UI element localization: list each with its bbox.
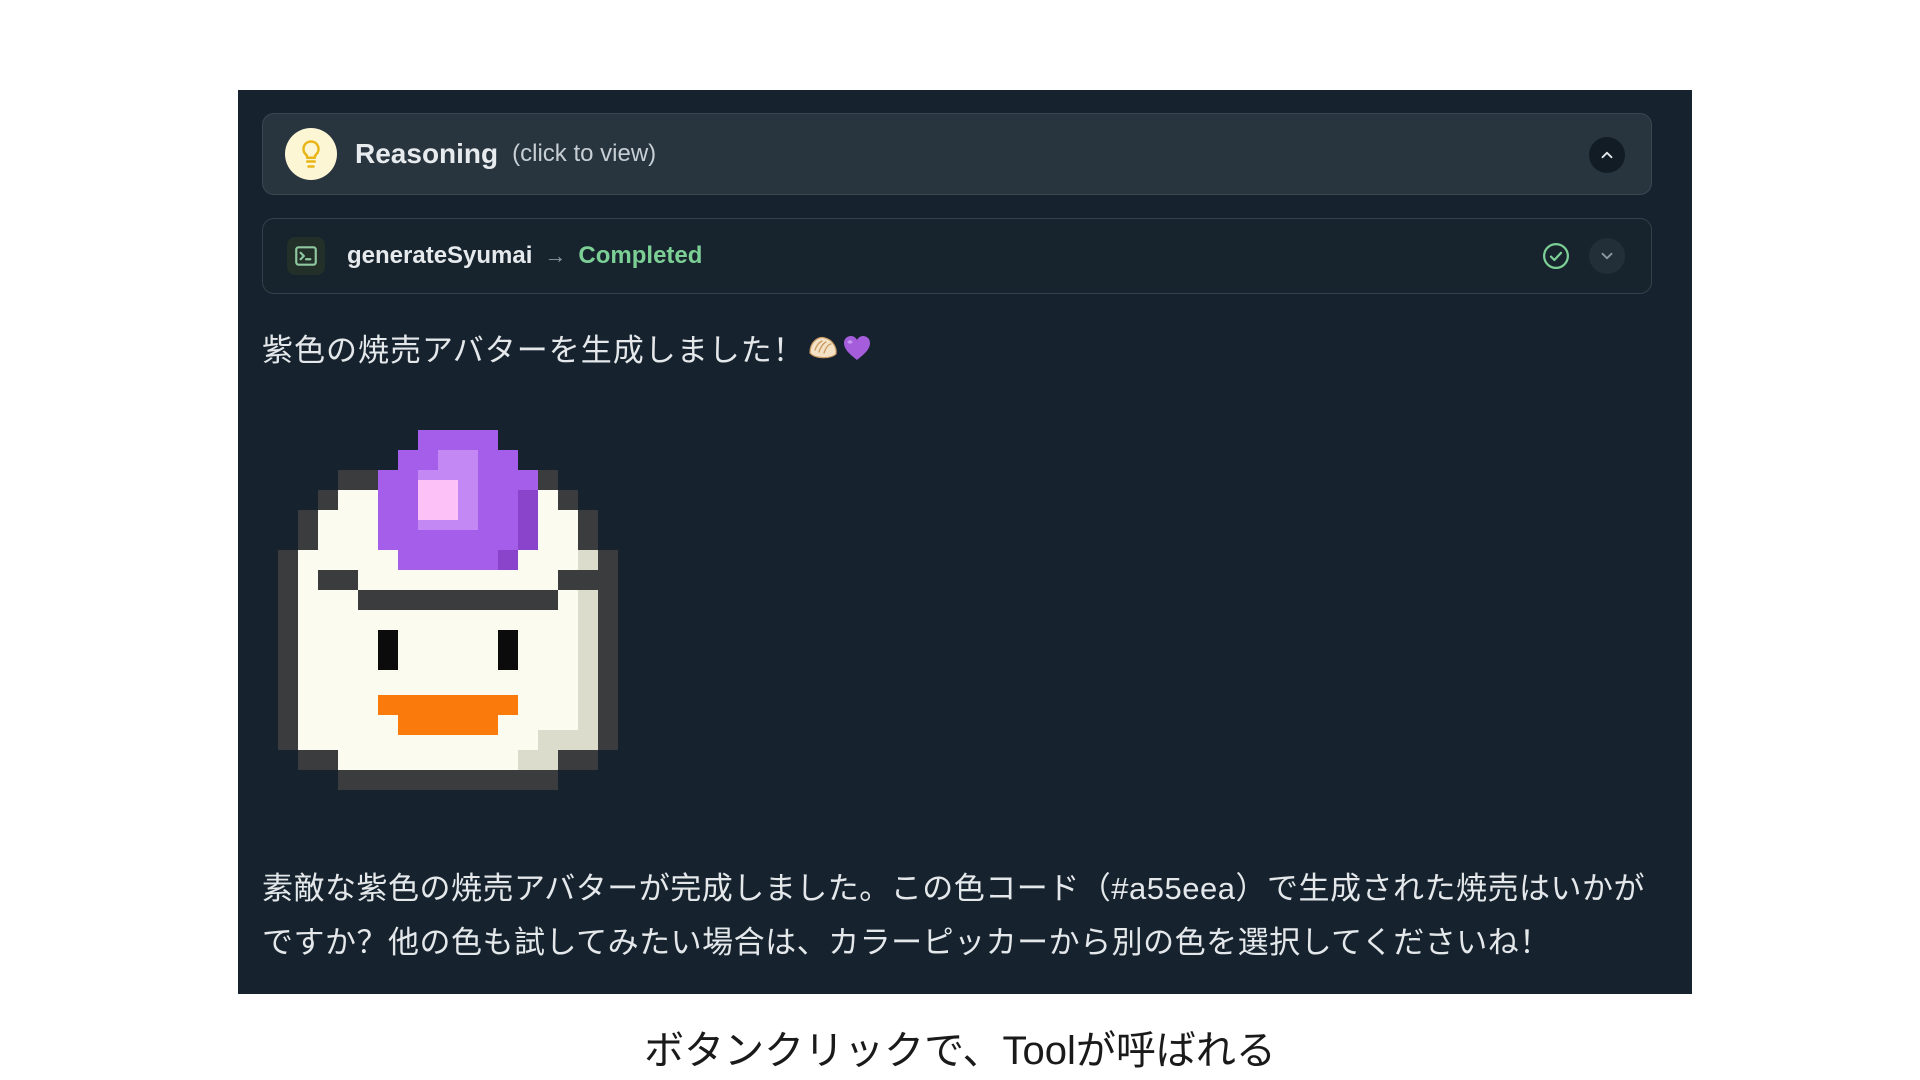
arrow-right-icon: → — [544, 243, 567, 268]
lightbulb-icon — [285, 128, 337, 180]
expand-button[interactable] — [1589, 238, 1625, 274]
chevron-down-icon — [1601, 252, 1613, 260]
purple-heart-emoji — [841, 332, 873, 364]
check-circle-icon — [1539, 239, 1573, 273]
intro-text: 紫色の焼売アバターを生成しました！ — [262, 333, 805, 368]
chevron-up-icon — [1601, 151, 1613, 159]
chat-panel: Reasoning (click to view) generateSyumai… — [238, 90, 1692, 994]
collapse-button[interactable] — [1589, 137, 1625, 173]
tool-status: Completed — [578, 242, 703, 269]
assistant-message-followup: 素敵な紫色の焼売アバターが完成しました。この色コード（#a55eea）で生成され… — [262, 871, 1645, 960]
reasoning-toggle[interactable]: Reasoning (click to view) — [262, 113, 1652, 195]
reasoning-hint: (click to view) — [512, 140, 657, 167]
terminal-icon — [287, 237, 325, 275]
syumai-avatar-image — [278, 430, 618, 790]
reasoning-title: Reasoning — [355, 138, 499, 169]
slide-caption: ボタンクリックで、Toolが呼ばれる — [644, 1029, 1276, 1073]
tool-call-row[interactable]: generateSyumai → Completed — [262, 218, 1652, 294]
assistant-message-intro: 紫色の焼売アバターを生成しました！ — [262, 325, 873, 370]
dumpling-emoji — [807, 332, 839, 364]
tool-name: generateSyumai — [347, 242, 533, 269]
